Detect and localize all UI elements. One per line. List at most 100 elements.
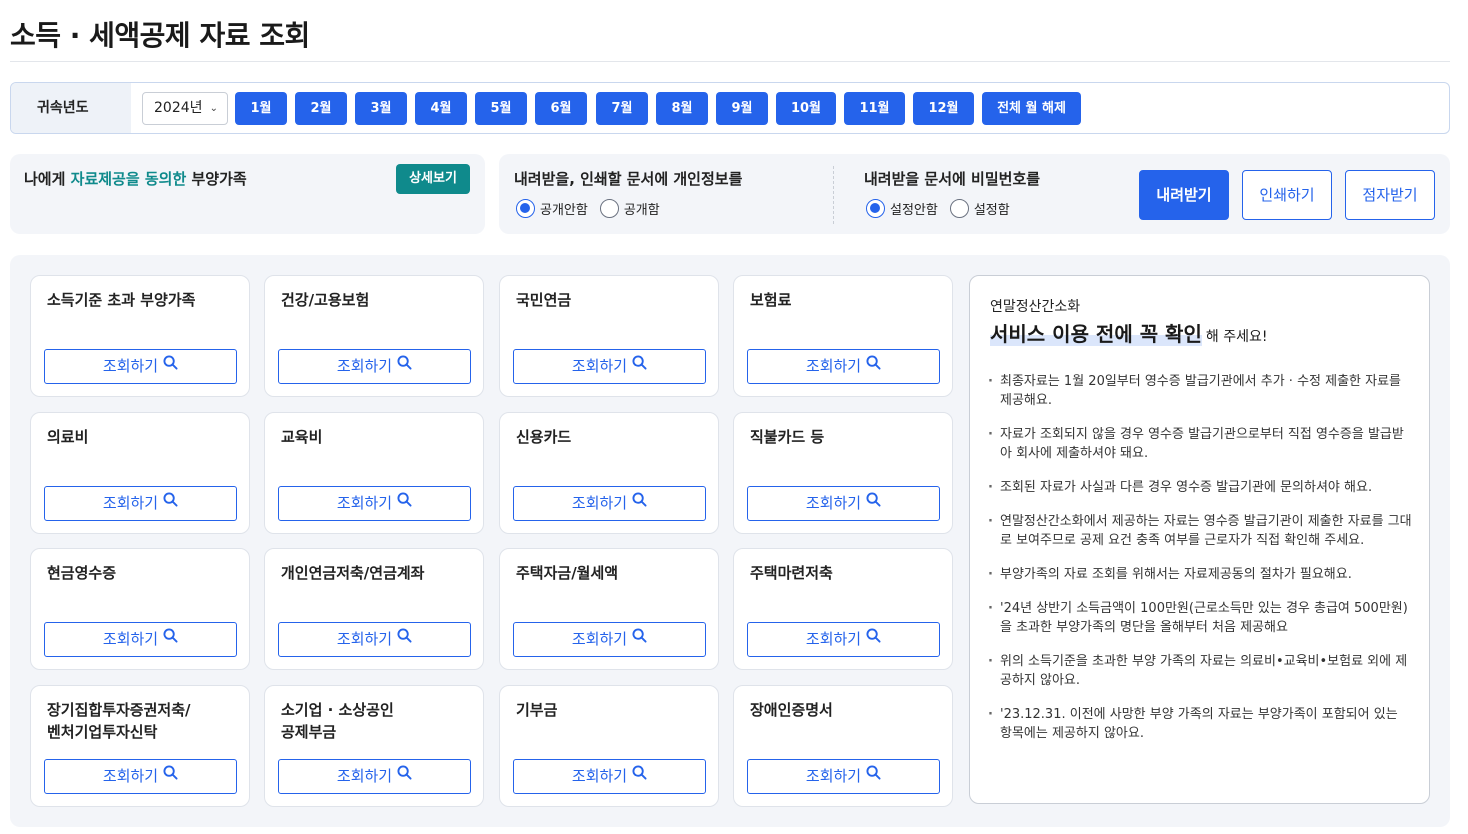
deduction-card: 보험료조회하기 [733,275,953,397]
detail-view-button[interactable]: 상세보기 [396,164,470,194]
deduction-card: 소득기준 초과 부양가족 조회하기 [30,275,250,397]
deduction-card-title: 교육비 [281,428,323,446]
month-button-9[interactable]: 9월 [716,92,768,125]
notice-item: 조회된 자료가 사실과 다른 경우 영수증 발급기관에 문의하셔야 해요. [988,478,1413,497]
search-icon [632,349,647,382]
password-option-set[interactable]: 설정함 [949,199,1010,218]
deduction-card: 직불카드 등조회하기 [733,412,953,534]
deduction-card: 현금영수증 조회하기 [30,548,250,670]
month-button-12[interactable]: 12월 [913,92,974,125]
month-button-8[interactable]: 8월 [656,92,708,125]
privacy-option-show[interactable]: 공개함 [599,199,660,218]
query-button[interactable]: 조회하기 [747,349,940,384]
query-button[interactable]: 조회하기 [44,486,237,521]
query-button[interactable]: 조회하기 [278,486,471,521]
search-icon [866,622,881,655]
braille-button[interactable]: 점자받기 [1345,170,1435,220]
consent-description: 나에게 자료제공을 동의한 부양가족 [24,168,247,189]
notice-item: 자료가 조회되지 않을 경우 영수증 발급기관으로부터 직접 영수증을 발급받아… [988,425,1413,463]
query-button-label: 조회하기 [805,767,862,785]
query-button-label: 조회하기 [571,630,628,648]
notice-list: 최종자료는 1월 20일부터 영수증 발급기관에서 추가 · 수정 제출한 자료… [988,372,1413,758]
print-button[interactable]: 인쇄하기 [1242,170,1332,220]
options-divider [833,166,834,224]
query-button[interactable]: 조회하기 [513,759,706,794]
deduction-card: 국민연금 조회하기 [499,275,719,397]
month-button-6[interactable]: 6월 [535,92,587,125]
download-button[interactable]: 내려받기 [1139,170,1229,220]
notice-item: 최종자료는 1월 20일부터 영수증 발급기관에서 추가 · 수정 제출한 자료… [988,372,1413,410]
consent-prefix: 나에게 [24,170,66,188]
deduction-card: 의료비 조회하기 [30,412,250,534]
chevron-down-icon: ⌄ [209,103,218,114]
query-button[interactable]: 조회하기 [513,349,706,384]
month-button-10[interactable]: 10월 [776,92,836,125]
deduction-card-title: 보험료 [750,291,792,309]
password-option-none-label: 설정안함 [890,203,938,218]
deduction-card-title: 장기집합투자증권저축/ 벤처기업투자신탁 [47,701,191,741]
privacy-option-show-label: 공개함 [623,203,660,218]
query-button[interactable]: 조회하기 [513,486,706,521]
query-button[interactable]: 조회하기 [747,486,940,521]
password-option-set-label: 설정함 [973,203,1010,218]
clear-all-months-button[interactable]: 전체 월 해제 [982,92,1081,125]
deduction-card: 장애인증명서 조회하기 [733,685,953,807]
search-icon [632,759,647,792]
page-title: 소득 · 세액공제 자료 조회 [10,19,310,52]
query-button[interactable]: 조회하기 [44,759,237,794]
search-icon [397,486,412,519]
deduction-card-title: 주택자금/월세액 [516,564,619,582]
query-button[interactable]: 조회하기 [278,349,471,384]
query-button[interactable]: 조회하기 [513,622,706,657]
notice-item: 연말정산간소화에서 제공하는 자료는 영수증 발급기관이 제출한 자료를 그대로… [988,512,1413,550]
month-button-3[interactable]: 3월 [355,92,407,125]
month-button-2[interactable]: 2월 [295,92,347,125]
month-button-7[interactable]: 7월 [596,92,648,125]
search-icon [163,486,178,519]
deduction-card: 소기업 · 소상공인 공제부금 조회하기 [264,685,484,807]
notice-item: '24년 상반기 소득금액이 100만원(근로소득만 있는 경우 총급여 500… [988,599,1413,637]
notice-headline: 서비스 이용 전에 꼭 확인 해 주세요! [990,318,1267,347]
year-select[interactable]: 2024년 ⌄ [142,92,228,125]
month-button-11[interactable]: 11월 [844,92,905,125]
deduction-card: 주택마련저축조회하기 [733,548,953,670]
month-button-1[interactable]: 1월 [235,92,287,125]
query-button-label: 조회하기 [102,767,159,785]
query-button[interactable]: 조회하기 [278,622,471,657]
search-icon [397,759,412,792]
search-icon [163,349,178,382]
query-button-label: 조회하기 [102,630,159,648]
privacy-radio-group: 공개안함 공개함 [516,199,672,218]
privacy-option-hide-label: 공개안함 [540,203,588,218]
deduction-card-title: 개인연금저축/연금계좌 [281,564,425,582]
privacy-option-title: 내려받을, 인쇄할 문서에 개인정보를 [514,170,743,188]
deduction-card-title: 직불카드 등 [750,428,825,446]
deduction-items-area: 소득기준 초과 부양가족 조회하기 건강/고용보험 조회하기 국민연금 조회하기 보험료 조회… [10,255,1450,827]
search-icon [397,622,412,655]
password-radio-group: 설정안함 설정함 [866,199,1022,218]
month-button-5[interactable]: 5월 [475,92,527,125]
radio-unselected-icon [949,199,969,218]
query-button[interactable]: 조회하기 [278,759,471,794]
document-options-panel: 내려받을, 인쇄할 문서에 개인정보를 공개안함 공개함 내려받을 문서에 비밀… [499,154,1450,234]
query-button-label: 조회하기 [336,630,393,648]
deduction-card: 교육비조회하기 [264,412,484,534]
radio-selected-icon [866,199,885,218]
search-icon [866,486,881,519]
consent-suffix: 부양가족 [191,170,247,188]
deduction-card-title: 주택마련저축 [750,564,833,582]
query-button[interactable]: 조회하기 [747,622,940,657]
query-button[interactable]: 조회하기 [747,759,940,794]
query-button-label: 조회하기 [571,357,628,375]
deduction-card: 건강/고용보험 조회하기 [264,275,484,397]
month-button-4[interactable]: 4월 [415,92,467,125]
consent-panel: 나에게 자료제공을 동의한 부양가족 상세보기 [10,154,485,234]
password-option-none[interactable]: 설정안함 [866,199,938,218]
year-select-value: 2024년 [154,100,203,116]
query-button[interactable]: 조회하기 [44,622,237,657]
radio-selected-icon [516,199,535,218]
query-button[interactable]: 조회하기 [44,349,237,384]
privacy-option-hide[interactable]: 공개안함 [516,199,588,218]
year-label: 귀속년도 [11,83,131,133]
search-icon [163,759,178,792]
